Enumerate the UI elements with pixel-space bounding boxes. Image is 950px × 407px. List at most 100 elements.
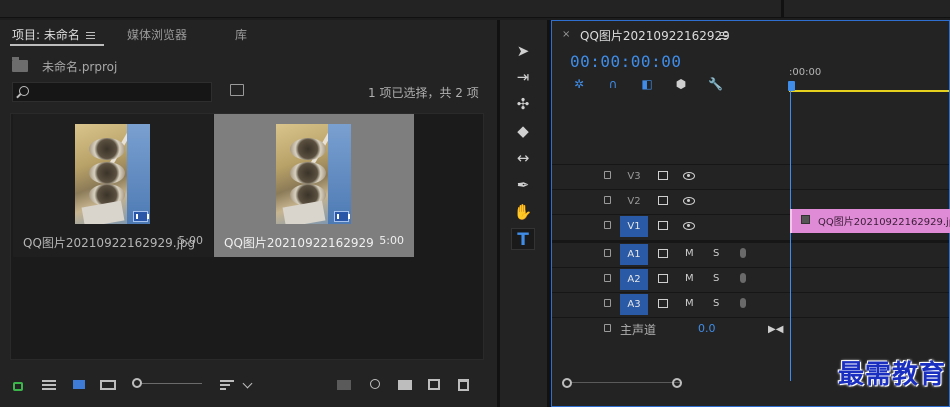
zoom-slider-handle[interactable] <box>132 378 142 388</box>
ripple-edit-tool-icon[interactable]: ✣ <box>511 93 535 115</box>
search-input[interactable] <box>12 82 212 102</box>
solo-button[interactable]: S <box>713 298 719 309</box>
sync-lock-icon[interactable] <box>658 221 668 230</box>
lock-icon[interactable] <box>604 324 611 332</box>
add-marker-icon[interactable]: ⬢ <box>674 77 688 91</box>
sync-lock-icon[interactable] <box>658 196 668 205</box>
lock-icon[interactable] <box>604 221 611 229</box>
clip-thumbnail[interactable] <box>276 124 351 224</box>
bowtie-icon[interactable]: ▶◀ <box>768 324 783 335</box>
snap-magnet-icon[interactable]: ∩ <box>606 77 620 91</box>
clip-name: QQ图片20210922162929 <box>224 236 374 250</box>
automate-to-sequence-icon[interactable] <box>337 380 351 390</box>
timeline-clip-name: QQ图片20210922162929.jpg <box>818 217 950 228</box>
track-master: 主声道 0.0 ▶◀ <box>552 317 949 341</box>
razor-tool-icon[interactable]: ◆ <box>511 120 535 142</box>
slip-tool-icon[interactable]: ↔ <box>511 147 535 169</box>
scroll-start-handle[interactable] <box>562 378 572 388</box>
new-item-icon[interactable] <box>428 379 440 390</box>
work-area-bar[interactable] <box>789 90 949 92</box>
watermark-logo: 最需教育 <box>837 360 946 390</box>
playhead-line[interactable] <box>790 91 791 381</box>
selection-status: 1 项已选择，共 2 项 <box>368 86 479 100</box>
new-search-bin-icon[interactable] <box>230 84 244 96</box>
timeline-clip[interactable]: QQ图片20210922162929.jpg <box>790 209 950 233</box>
top-panel-strip <box>0 0 950 18</box>
pen-tool-icon[interactable]: ✒ <box>511 174 535 196</box>
sync-lock-icon[interactable] <box>658 274 668 283</box>
clip-thumbnail[interactable] <box>75 124 150 224</box>
sync-lock-icon[interactable] <box>658 249 668 258</box>
track-name[interactable]: V1 <box>620 216 648 237</box>
find-icon[interactable] <box>370 379 380 389</box>
selection-tool-icon[interactable]: ➤ <box>511 40 535 62</box>
hand-tool-icon[interactable]: ✋ <box>511 201 535 223</box>
linked-selection-icon[interactable]: ◧ <box>640 77 654 91</box>
trash-icon[interactable] <box>458 379 469 391</box>
icon-view-icon[interactable] <box>73 380 85 389</box>
track-name[interactable]: A3 <box>620 294 648 315</box>
project-folder-icon <box>12 57 28 72</box>
playhead-handle[interactable] <box>788 81 795 91</box>
sequence-title[interactable]: QQ图片20210922162929 <box>580 27 730 44</box>
panel-menu-icon[interactable] <box>719 30 727 41</box>
track-select-tool-icon[interactable]: ⇥ <box>511 66 535 88</box>
new-bin-icon[interactable] <box>398 380 412 390</box>
clip-duration: 5:00 <box>178 234 203 247</box>
wrench-icon[interactable]: 🔧 <box>708 77 723 91</box>
tab-project[interactable]: 项目: 未命名 <box>12 26 95 43</box>
clip-item[interactable]: QQ图片20210922162929.jpg 5:00 <box>13 114 213 257</box>
lock-icon[interactable] <box>604 274 611 282</box>
eye-icon[interactable] <box>683 172 695 180</box>
tools-panel: ➤ ⇥ ✣ ◆ ↔ ✒ ✋ T <box>500 20 547 407</box>
lock-icon[interactable] <box>604 299 611 307</box>
active-tab-underline <box>10 44 104 46</box>
close-icon[interactable]: × <box>562 29 570 40</box>
track-a1: A1 M S <box>552 242 949 266</box>
microphone-icon[interactable] <box>740 248 746 258</box>
tab-libraries[interactable]: 库 <box>235 26 247 43</box>
mute-button[interactable]: M <box>685 273 694 284</box>
lock-icon[interactable] <box>604 171 611 179</box>
playhead-timecode[interactable]: 00:00:00:00 <box>570 52 681 71</box>
microphone-icon[interactable] <box>740 298 746 308</box>
thumbnail-zoom-slider[interactable] <box>132 383 202 384</box>
list-view-icon[interactable] <box>42 378 56 390</box>
sort-icons-icon[interactable] <box>220 378 234 390</box>
sequence-badge-icon <box>334 211 350 222</box>
lock-icon[interactable] <box>604 196 611 204</box>
freeform-view-icon[interactable] <box>100 380 116 390</box>
panel-menu-icon[interactable] <box>85 30 95 41</box>
clip-duration: 5:00 <box>379 234 404 247</box>
write-lock-icon[interactable] <box>13 382 23 391</box>
eye-icon[interactable] <box>683 222 695 230</box>
project-file-name: 未命名.prproj <box>42 60 118 74</box>
track-name[interactable]: A1 <box>620 244 648 265</box>
mute-button[interactable]: M <box>685 298 694 309</box>
lock-icon[interactable] <box>604 249 611 257</box>
track-name[interactable]: A2 <box>620 269 648 290</box>
track-name[interactable]: V3 <box>620 166 648 187</box>
tab-project-label: 项目: 未命名 <box>12 28 80 42</box>
scroll-end-handle[interactable] <box>672 378 682 388</box>
chevron-down-icon[interactable] <box>242 378 253 389</box>
mute-button[interactable]: M <box>685 248 694 259</box>
track-name[interactable]: V2 <box>620 191 648 212</box>
microphone-icon[interactable] <box>740 273 746 283</box>
scroll-track[interactable] <box>572 382 682 383</box>
solo-button[interactable]: S <box>713 273 719 284</box>
tab-media-browser[interactable]: 媒体浏览器 <box>127 26 187 43</box>
master-track-label: 主声道 <box>620 323 657 337</box>
master-volume-value[interactable]: 0.0 <box>698 322 716 335</box>
project-bin: QQ图片20210922162929.jpg 5:00 QQ图片20210922… <box>10 113 484 360</box>
solo-button[interactable]: S <box>713 248 719 259</box>
sync-lock-icon[interactable] <box>658 299 668 308</box>
image-badge-icon <box>133 211 149 222</box>
sync-lock-icon[interactable] <box>658 171 668 180</box>
nest-icon[interactable]: ✲ <box>572 77 586 91</box>
clip-item-selected[interactable]: QQ图片20210922162929 5:00 <box>214 114 414 257</box>
track-v3: V3 <box>552 164 949 188</box>
type-tool-icon[interactable]: T <box>511 228 535 250</box>
eye-icon[interactable] <box>683 197 695 205</box>
project-bottom-toolbar <box>0 370 497 400</box>
